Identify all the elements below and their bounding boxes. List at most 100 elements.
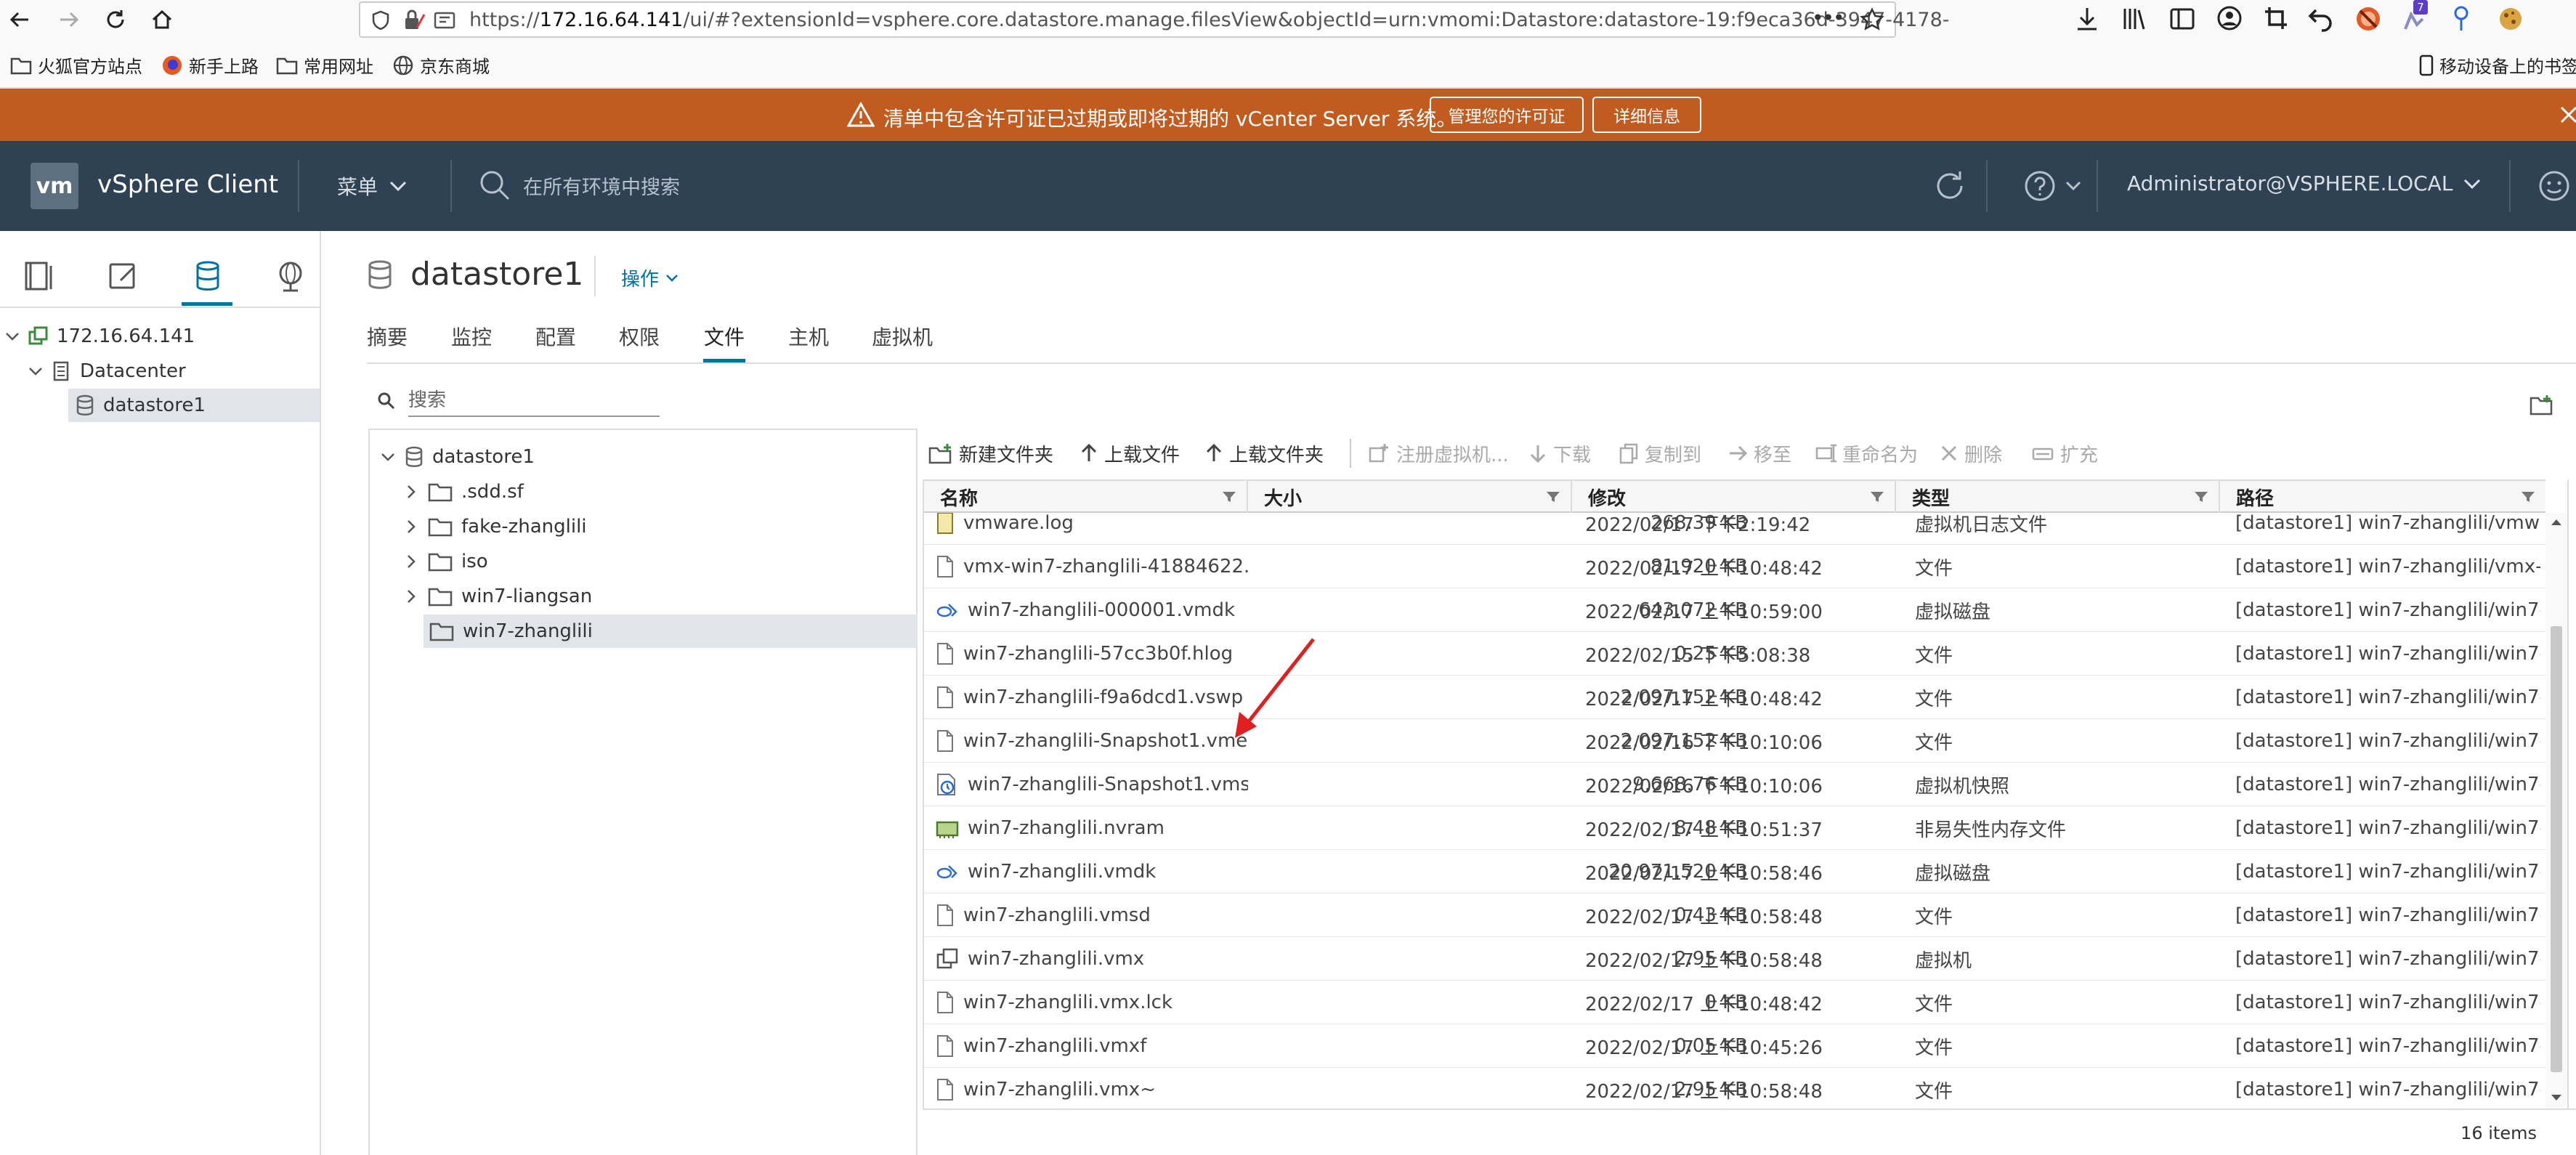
- table-row[interactable]: win7-zhanglili-Snapshot1.vmsn 9,668.76 KB…: [924, 763, 2545, 806]
- table-row[interactable]: vmware.log 268.39 KB 2022/02/17 下午2:19:42 虚…: [924, 513, 2545, 545]
- folder-tree-item[interactable]: iso: [370, 545, 916, 578]
- scroll-up-icon[interactable]: [2550, 517, 2563, 527]
- move-to-button[interactable]: 移至: [1728, 440, 1791, 466]
- table-row[interactable]: win7-zhanglili.vmx~ 2.95 KB 2022/02/17 上午1…: [924, 1068, 2545, 1109]
- tab-monitor[interactable]: 监控: [451, 322, 492, 351]
- file-name[interactable]: win7-zhanglili-57cc3b0f.hlog: [963, 643, 1233, 665]
- tab-configure[interactable]: 配置: [535, 322, 576, 351]
- tab-summary[interactable]: 摘要: [367, 322, 408, 351]
- register-vm-button[interactable]: 注册虚拟机...: [1367, 440, 1509, 466]
- home-button[interactable]: [145, 3, 179, 36]
- column-header-path[interactable]: 路径: [2220, 481, 2545, 513]
- feedback-smiley-icon[interactable]: [2537, 169, 2572, 203]
- tab-hosts[interactable]: 主机: [788, 322, 829, 351]
- tree-item-datacenter[interactable]: Datacenter: [28, 354, 186, 388]
- refresh-icon[interactable]: [1932, 169, 1967, 203]
- bookmark-mobile[interactable]: 移动设备上的书签: [2419, 52, 2576, 78]
- table-row[interactable]: win7-zhanglili-000001.vmdk 643,072 KB 2022…: [924, 588, 2545, 632]
- bookmark-jd-mall[interactable]: 京东商城: [392, 52, 490, 78]
- chevron-right-icon[interactable]: [403, 519, 419, 535]
- table-row[interactable]: win7-zhanglili-Snapshot1.vme... 2,097,152…: [924, 719, 2545, 763]
- delete-button[interactable]: 删除: [1940, 440, 2002, 466]
- permissions-icon[interactable]: [433, 9, 456, 32]
- networking-icon[interactable]: [273, 259, 308, 293]
- chevron-down-icon[interactable]: [28, 363, 44, 379]
- chevron-down-icon[interactable]: [4, 328, 20, 344]
- filter-icon[interactable]: [1222, 491, 1236, 503]
- file-name[interactable]: win7-zhanglili.vmsd: [963, 904, 1151, 926]
- file-name[interactable]: win7-zhanglili-Snapshot1.vmsn: [968, 774, 1248, 795]
- new-folder-panel-icon[interactable]: [2530, 394, 2554, 417]
- insecure-lock-icon[interactable]: [402, 9, 427, 32]
- file-name[interactable]: vmx-win7-zhanglili-41884622...: [963, 556, 1248, 578]
- manage-license-button[interactable]: 管理您的许可证: [1430, 97, 1584, 133]
- actions-menu[interactable]: 操作: [621, 264, 679, 291]
- tab-files[interactable]: 文件: [704, 322, 745, 351]
- copy-to-button[interactable]: 复制到: [1619, 440, 1701, 466]
- vms-templates-icon[interactable]: [106, 259, 141, 293]
- sidebar-toggle-icon[interactable]: [2169, 6, 2195, 32]
- block-extension-icon[interactable]: [2354, 4, 2383, 33]
- download-button[interactable]: 下载: [1528, 440, 1591, 466]
- table-row[interactable]: win7-zhanglili.vmxf 0.05 KB 2022/02/17 上午1…: [924, 1024, 2545, 1068]
- inflate-button[interactable]: 扩充: [2031, 440, 2098, 466]
- file-name[interactable]: win7-zhanglili.vmx~: [963, 1079, 1156, 1101]
- folder-tree-item[interactable]: .sdd.sf: [370, 475, 916, 508]
- folder-tree-root[interactable]: datastore1: [370, 440, 916, 474]
- bookmark-firefox-site[interactable]: 火狐官方站点: [10, 52, 142, 78]
- library-icon[interactable]: [2121, 6, 2147, 32]
- close-icon[interactable]: [2557, 103, 2576, 126]
- folder-tree-item-selected[interactable]: win7-zhanglili: [424, 615, 918, 648]
- cookie-icon[interactable]: [2496, 4, 2525, 33]
- undo-icon[interactable]: [2307, 4, 2335, 32]
- upload-file-button[interactable]: 上载文件: [1080, 440, 1180, 466]
- file-name[interactable]: win7-zhanglili-Snapshot1.vme...: [963, 730, 1248, 752]
- column-header-name[interactable]: 名称: [924, 481, 1248, 513]
- file-name[interactable]: win7-zhanglili.nvram: [968, 817, 1165, 839]
- file-name[interactable]: win7-zhanglili.vmxf: [963, 1035, 1146, 1057]
- table-row[interactable]: win7-zhanglili.vmdk 20,971,520 KB 2022/02/…: [924, 850, 2545, 893]
- file-search-input[interactable]: [408, 385, 660, 417]
- filter-icon[interactable]: [2194, 491, 2208, 503]
- menu-button[interactable]: 菜单: [337, 171, 408, 200]
- global-search[interactable]: 在所有环境中搜索: [478, 169, 680, 202]
- shield-icon[interactable]: [370, 10, 391, 31]
- table-row[interactable]: vmx-win7-zhanglili-41884622... 81,920 KB 2…: [924, 545, 2545, 588]
- tab-vms[interactable]: 虚拟机: [872, 322, 933, 351]
- page-actions-menu[interactable]: •••: [1812, 6, 1845, 30]
- table-row[interactable]: win7-zhanglili.nvram 8.48 KB 2022/02/17 上午…: [924, 806, 2545, 850]
- banner-details-button[interactable]: 详细信息: [1592, 97, 1701, 133]
- tab-permissions[interactable]: 权限: [619, 322, 660, 351]
- pin-icon[interactable]: [2448, 4, 2474, 33]
- new-folder-button[interactable]: 新建文件夹: [928, 440, 1053, 466]
- screenshot-icon[interactable]: [2262, 4, 2290, 32]
- tree-item-host[interactable]: 172.16.64.141: [4, 320, 195, 353]
- bookmark-common-sites[interactable]: 常用网址: [276, 52, 373, 78]
- column-header-modified[interactable]: 修改: [1572, 481, 1896, 513]
- hosts-clusters-icon[interactable]: [22, 259, 57, 293]
- rename-button[interactable]: 重命名为: [1815, 440, 1918, 466]
- folder-tree-item[interactable]: win7-liangsan: [370, 580, 916, 613]
- help-menu[interactable]: [2022, 169, 2082, 203]
- extension-with-badge[interactable]: 7: [2402, 0, 2431, 35]
- downloads-icon[interactable]: [2075, 6, 2099, 32]
- filter-icon[interactable]: [1870, 491, 1884, 503]
- reload-button[interactable]: [99, 3, 132, 36]
- forward-button[interactable]: [52, 3, 86, 36]
- filter-icon[interactable]: [1546, 491, 1560, 503]
- file-name[interactable]: win7-zhanglili.vmx.lck: [963, 992, 1172, 1013]
- chevron-down-icon[interactable]: [380, 449, 396, 465]
- file-name[interactable]: win7-zhanglili-f9a6dcd1.vswp: [963, 686, 1243, 708]
- file-name[interactable]: vmware.log: [963, 513, 1074, 534]
- scroll-down-icon[interactable]: [2550, 1093, 2563, 1103]
- file-name[interactable]: win7-zhanglili.vmx: [968, 948, 1144, 970]
- column-header-type[interactable]: 类型: [1896, 481, 2220, 513]
- back-button[interactable]: [3, 3, 36, 36]
- column-header-size[interactable]: 大小: [1248, 481, 1572, 513]
- filter-icon[interactable]: [2521, 491, 2535, 503]
- tree-item-datastore[interactable]: datastore1: [68, 389, 320, 422]
- chevron-right-icon[interactable]: [403, 588, 419, 604]
- bookmark-getting-started[interactable]: 新手上路: [161, 52, 259, 78]
- address-bar[interactable]: https://172.16.64.141/ui/#?extensionId=v…: [359, 1, 1950, 38]
- table-row[interactable]: win7-zhanglili.vmsd 0.43 KB 2022/02/17 上午1…: [924, 893, 2545, 937]
